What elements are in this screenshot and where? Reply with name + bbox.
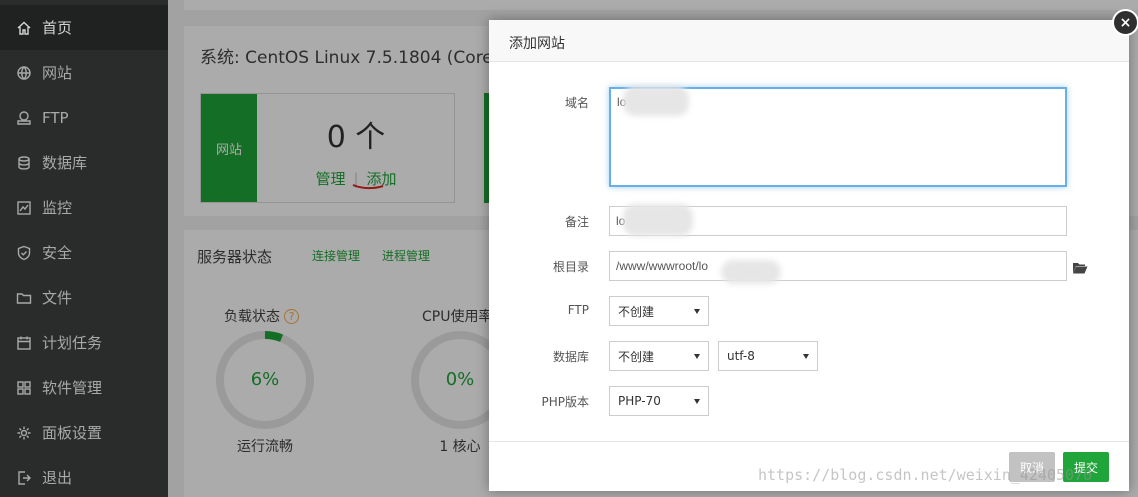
chevron-down-icon — [803, 353, 809, 359]
blur-mask — [721, 260, 781, 284]
php-version-select[interactable]: PHP-70 — [609, 386, 709, 416]
ftp-select-value: 不创建 — [618, 304, 655, 319]
sidebar-item-panel-settings[interactable]: 面板设置 — [0, 410, 168, 455]
sidebar-item-label: 软件管理 — [42, 379, 103, 397]
domain-label: 域名 — [564, 96, 589, 110]
ftp-icon — [15, 109, 33, 127]
root-dir-label: 根目录 — [552, 260, 589, 274]
gear-icon — [15, 424, 33, 442]
blur-mask — [623, 204, 693, 236]
ftp-label: FTP — [567, 303, 589, 317]
dialog-title: 添加网站 — [509, 36, 565, 52]
php-version-value: PHP-70 — [618, 394, 661, 408]
folder-open-icon[interactable] — [1072, 261, 1088, 275]
chevron-down-icon — [694, 353, 700, 359]
root-dir-input[interactable]: /www/wwwroot/lo — [609, 251, 1067, 281]
sidebar-item-label: 数据库 — [42, 154, 88, 172]
sidebar-item-label: 面板设置 — [42, 424, 103, 442]
sidebar-item-home[interactable]: 首页 — [0, 5, 168, 50]
database-select-value: 不创建 — [618, 349, 655, 364]
sidebar-item-label: 网站 — [42, 64, 73, 82]
charset-select-value: utf-8 — [727, 349, 755, 363]
sidebar-item-logout[interactable]: 退出 — [0, 455, 168, 497]
close-icon[interactable]: × — [1112, 9, 1138, 36]
chevron-down-icon — [694, 308, 700, 314]
globe-icon — [15, 64, 33, 82]
sidebar: 首页 网站 FTP 数据库 监控 安全 文件 计划任务 软件管理 面板设置 退出 — [0, 0, 168, 497]
database-label: 数据库 — [552, 350, 589, 364]
logout-icon — [15, 469, 33, 487]
dialog-header: 添加网站 — [489, 20, 1129, 62]
watermark: https://blog.csdn.net/weixin_42405070 — [758, 466, 1093, 484]
sidebar-item-label: FTP — [42, 108, 69, 127]
sidebar-item-label: 监控 — [42, 199, 73, 217]
charset-select[interactable]: utf-8 — [718, 341, 818, 371]
sidebar-item-monitor[interactable]: 监控 — [0, 185, 168, 230]
sidebar-item-files[interactable]: 文件 — [0, 275, 168, 320]
database-select[interactable]: 不创建 — [609, 341, 709, 371]
sidebar-item-security[interactable]: 安全 — [0, 230, 168, 275]
folder-icon — [15, 289, 33, 307]
sidebar-item-website[interactable]: 网站 — [0, 50, 168, 95]
sidebar-item-label: 退出 — [42, 469, 73, 487]
sidebar-item-database[interactable]: 数据库 — [0, 140, 168, 185]
sidebar-item-label: 计划任务 — [42, 334, 103, 352]
ftp-select[interactable]: 不创建 — [609, 296, 709, 326]
calendar-icon — [15, 334, 33, 352]
blur-mask — [623, 86, 689, 116]
monitor-icon — [15, 199, 33, 217]
apps-icon — [15, 379, 33, 397]
sidebar-item-label: 安全 — [42, 244, 73, 262]
root-dir-value: /www/wwwroot/lo — [616, 259, 709, 273]
chevron-down-icon — [694, 398, 700, 404]
sidebar-item-cron[interactable]: 计划任务 — [0, 320, 168, 365]
sidebar-item-software[interactable]: 软件管理 — [0, 365, 168, 410]
database-icon — [15, 154, 33, 172]
home-icon — [15, 19, 33, 37]
sidebar-item-label: 首页 — [42, 19, 73, 37]
shield-icon — [15, 244, 33, 262]
remark-label: 备注 — [564, 215, 589, 229]
sidebar-item-label: 文件 — [42, 289, 73, 307]
add-site-dialog: 添加网站 域名 lo 备注 lo 根目录 /www/wwwroot/lo FTP… — [489, 20, 1129, 491]
sidebar-item-ftp[interactable]: FTP — [0, 95, 168, 140]
php-version-label: PHP版本 — [541, 395, 590, 409]
